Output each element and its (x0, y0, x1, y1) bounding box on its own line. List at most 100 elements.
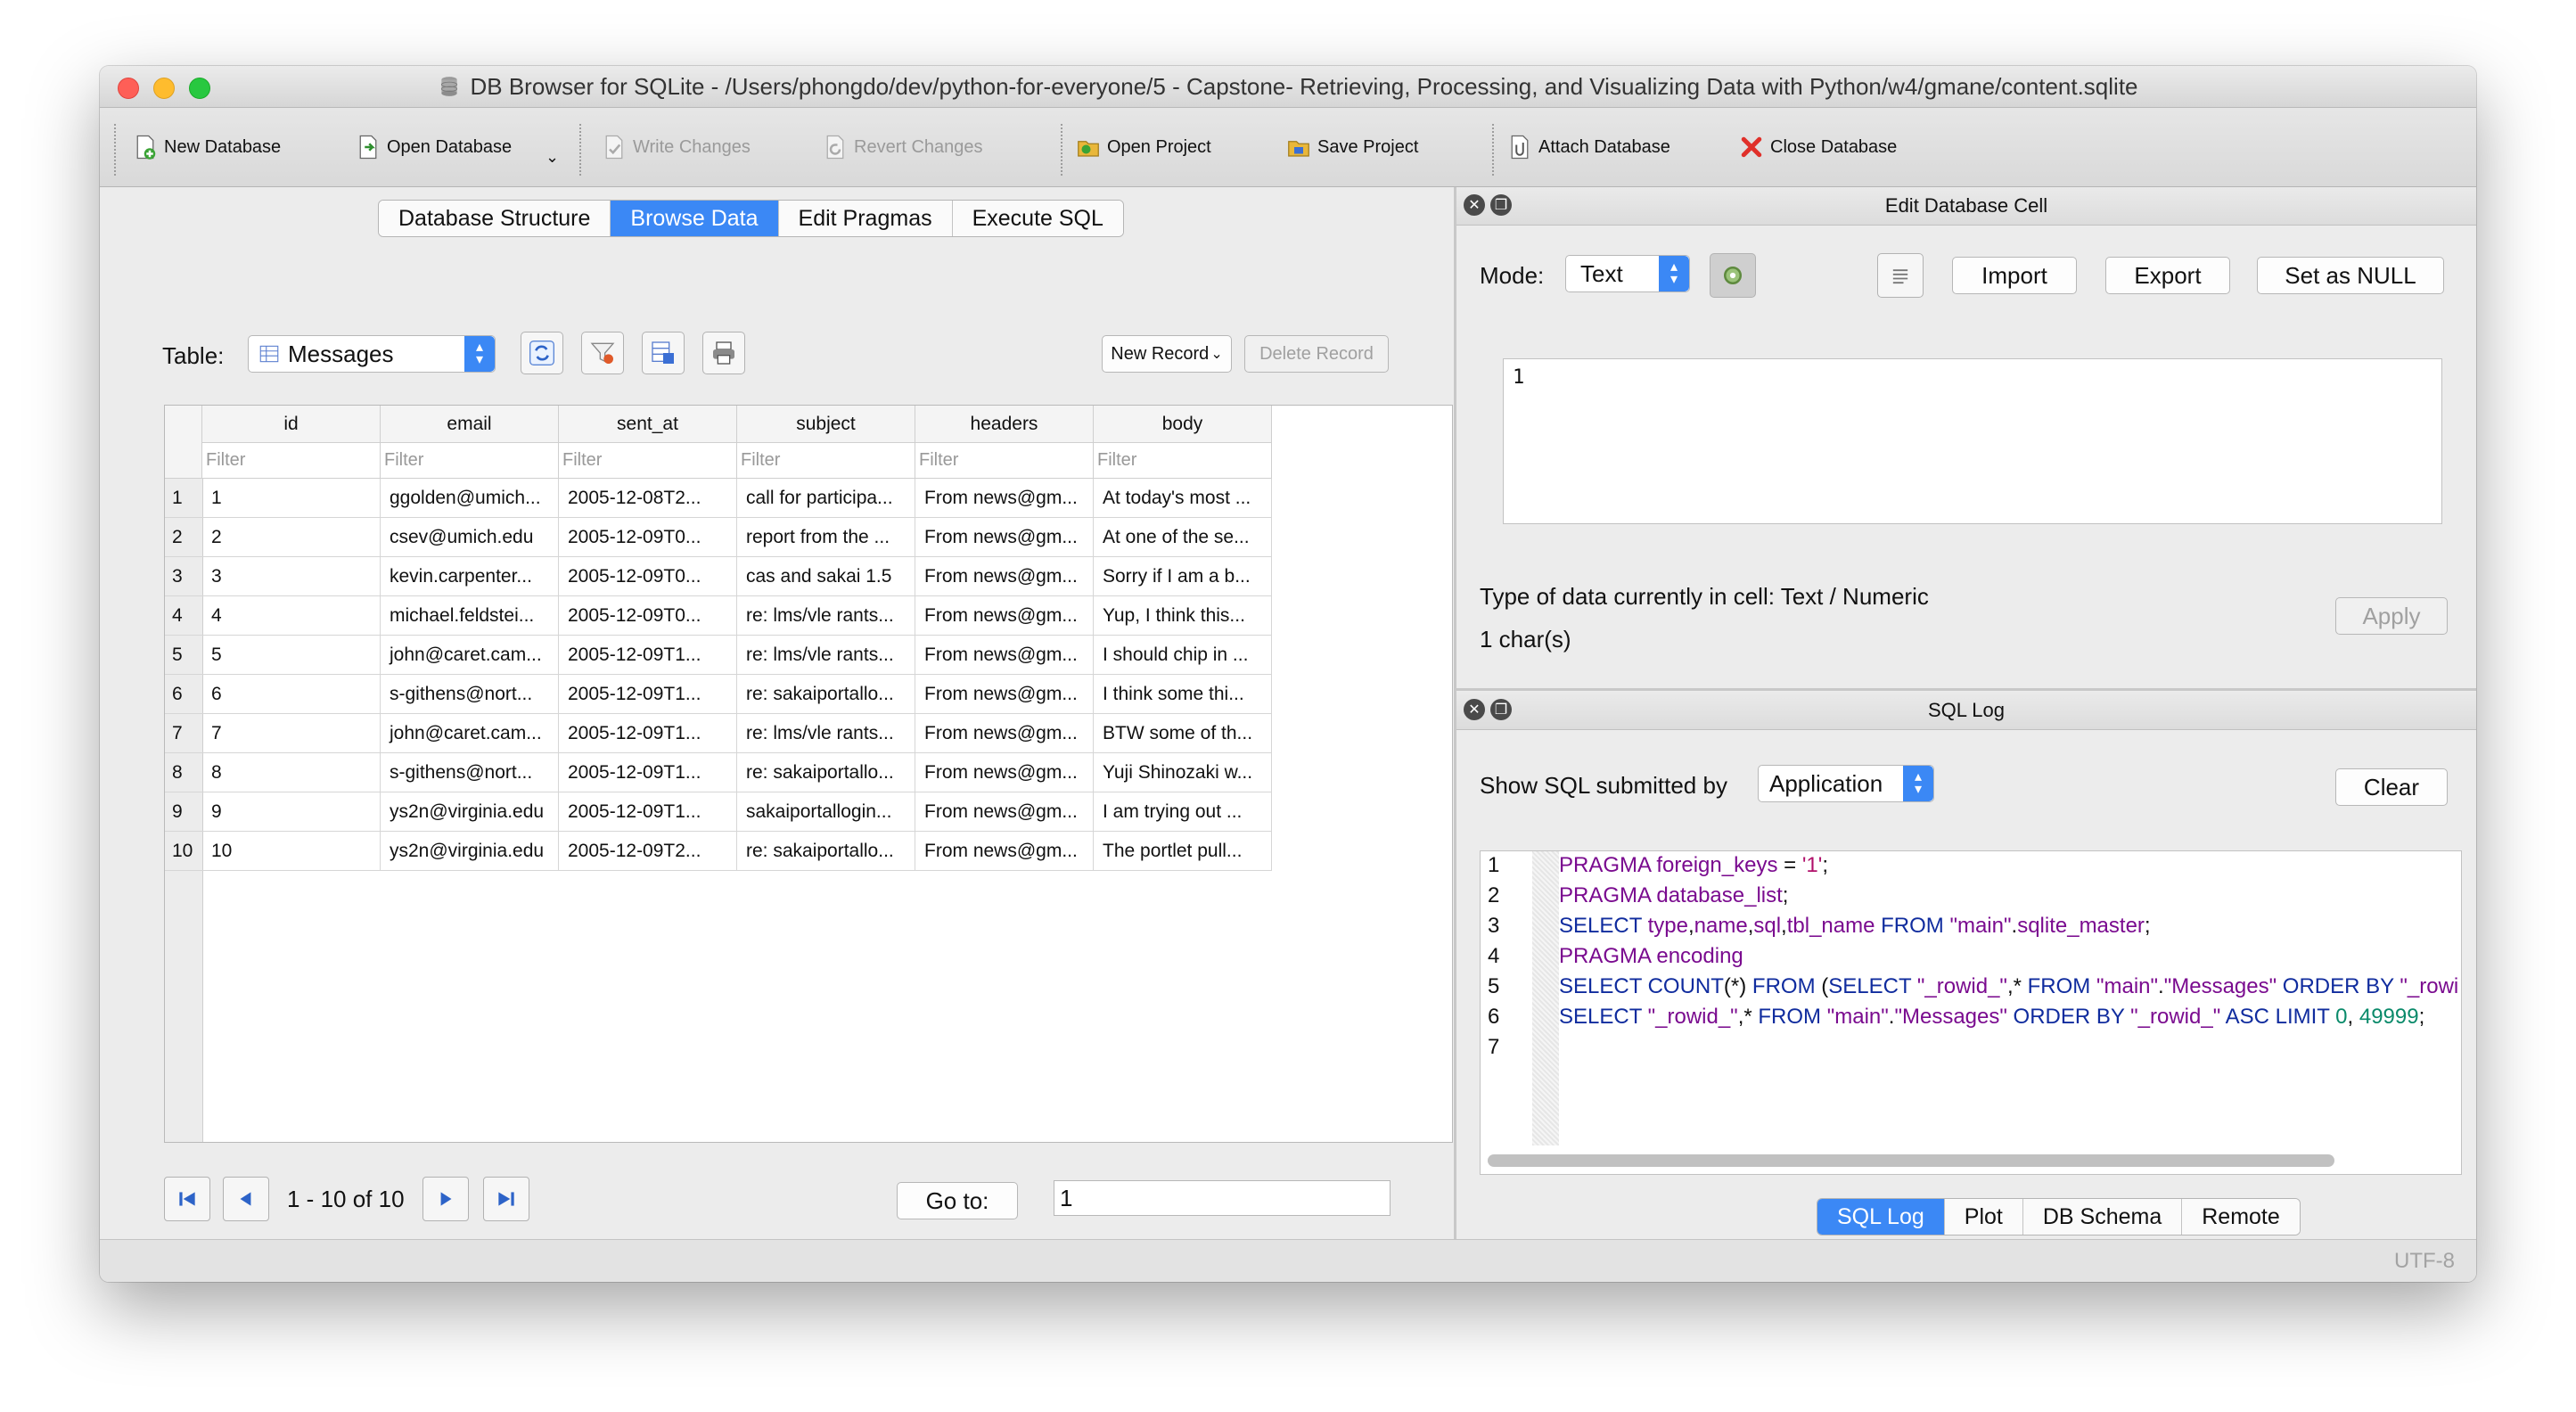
table-cell[interactable]: From news@gm... (915, 675, 1094, 714)
table-cell[interactable]: re: sakaiportallo... (737, 832, 915, 871)
data-grid[interactable]: id Filter email Filter sent_at Filter subject F… (164, 405, 1453, 1143)
table-cell[interactable]: From news@gm... (915, 479, 1094, 518)
next-page-button[interactable] (422, 1177, 469, 1221)
table-cell[interactable]: john@caret.cam... (381, 636, 559, 675)
previous-page-button[interactable] (223, 1177, 269, 1221)
print-button[interactable] (702, 332, 745, 374)
table-cell[interactable]: call for participa... (737, 479, 915, 518)
tab-database-structure[interactable]: Database Structure (379, 201, 611, 236)
table-cell[interactable]: 2005-12-08T2... (559, 479, 737, 518)
table-cell[interactable]: michael.feldstei... (381, 596, 559, 636)
row-number[interactable]: 2 (165, 518, 202, 557)
table-cell[interactable]: From news@gm... (915, 753, 1094, 792)
column-header-id[interactable]: id (202, 406, 381, 443)
table-cell[interactable]: 2005-12-09T1... (559, 753, 737, 792)
column-header-headers[interactable]: headers (915, 406, 1094, 443)
tab-browse-data[interactable]: Browse Data (611, 201, 779, 236)
grid-corner[interactable] (165, 406, 202, 479)
table-cell[interactable]: 2005-12-09T0... (559, 596, 737, 636)
minimize-window-button[interactable] (153, 78, 175, 99)
table-cell[interactable]: ys2n@virginia.edu (381, 792, 559, 832)
table-cell[interactable]: 2005-12-09T1... (559, 792, 737, 832)
table-cell[interactable]: 2 (202, 518, 381, 557)
row-number[interactable]: 7 (165, 714, 202, 753)
new-database-button[interactable]: New Database (132, 108, 281, 186)
column-header-sent-at[interactable]: sent_at (559, 406, 737, 443)
tab-edit-pragmas[interactable]: Edit Pragmas (778, 201, 953, 236)
filter-input-subject[interactable]: Filter (737, 443, 915, 479)
tab-plot[interactable]: Plot (1944, 1199, 2023, 1235)
table-cell[interactable]: 2005-12-09T0... (559, 557, 737, 596)
table-cell[interactable]: From news@gm... (915, 596, 1094, 636)
table-cell[interactable]: kevin.carpenter... (381, 557, 559, 596)
word-wrap-button[interactable] (1877, 253, 1924, 298)
column-header-subject[interactable]: subject (737, 406, 915, 443)
table-cell[interactable]: I think some thi... (1094, 675, 1272, 714)
row-number[interactable]: 9 (165, 792, 202, 832)
table-cell[interactable]: re: lms/vle rants... (737, 596, 915, 636)
table-cell[interactable]: csev@umich.edu (381, 518, 559, 557)
write-changes-button[interactable]: Write Changes (601, 108, 751, 186)
table-cell[interactable]: s-githens@nort... (381, 753, 559, 792)
export-button[interactable]: Export (2105, 257, 2230, 294)
table-cell[interactable]: 7 (202, 714, 381, 753)
column-header-email[interactable]: email (381, 406, 559, 443)
table-cell[interactable]: 2005-12-09T1... (559, 636, 737, 675)
table-cell[interactable]: From news@gm... (915, 518, 1094, 557)
table-cell[interactable]: Sorry if I am a b... (1094, 557, 1272, 596)
cell-editor[interactable]: 1 (1503, 358, 2442, 524)
filter-input-email[interactable]: Filter (381, 443, 559, 479)
table-cell[interactable]: 1 (202, 479, 381, 518)
table-cell[interactable]: 2005-12-09T0... (559, 518, 737, 557)
column-header-body[interactable]: body (1094, 406, 1272, 443)
table-cell[interactable]: ggolden@umich... (381, 479, 559, 518)
table-cell[interactable]: 2005-12-09T2... (559, 832, 737, 871)
filter-input-sent-at[interactable]: Filter (559, 443, 737, 479)
delete-record-button[interactable]: Delete Record (1244, 335, 1389, 373)
first-page-button[interactable] (164, 1177, 210, 1221)
horizontal-scrollbar[interactable] (1488, 1154, 2334, 1167)
table-cell[interactable]: cas and sakai 1.5 (737, 557, 915, 596)
goto-button[interactable]: Go to: (897, 1182, 1018, 1219)
goto-input[interactable]: 1 (1054, 1180, 1391, 1216)
open-database-dropdown[interactable]: ⌄ (546, 126, 559, 188)
table-cell[interactable]: Yuji Shinozaki w... (1094, 753, 1272, 792)
table-cell[interactable]: From news@gm... (915, 832, 1094, 871)
table-cell[interactable]: 8 (202, 753, 381, 792)
open-database-button[interactable]: Open Database (355, 108, 512, 186)
submitter-select[interactable]: Application ▴ ▾ (1758, 765, 1934, 802)
row-number[interactable]: 6 (165, 675, 202, 714)
last-page-button[interactable] (483, 1177, 529, 1221)
table-cell[interactable]: From news@gm... (915, 714, 1094, 753)
apply-button[interactable]: Apply (2335, 597, 2448, 635)
tab-sql-log[interactable]: SQL Log (1817, 1199, 1945, 1235)
float-icon[interactable]: ❐ (1490, 699, 1512, 720)
table-cell[interactable]: s-githens@nort... (381, 675, 559, 714)
table-cell[interactable]: From news@gm... (915, 557, 1094, 596)
table-cell[interactable]: The portlet pull... (1094, 832, 1272, 871)
filter-input-body[interactable]: Filter (1094, 443, 1272, 479)
filter-input-headers[interactable]: Filter (915, 443, 1094, 479)
table-cell[interactable]: ys2n@virginia.edu (381, 832, 559, 871)
row-number[interactable]: 1 (165, 479, 202, 518)
table-cell[interactable]: 3 (202, 557, 381, 596)
close-icon[interactable]: ✕ (1464, 699, 1485, 720)
table-cell[interactable]: Yup, I think this... (1094, 596, 1272, 636)
table-cell[interactable]: BTW some of th... (1094, 714, 1272, 753)
table-cell[interactable]: 2005-12-09T1... (559, 714, 737, 753)
clear-log-button[interactable]: Clear (2335, 768, 2448, 806)
table-cell[interactable]: From news@gm... (915, 636, 1094, 675)
table-select[interactable]: Messages ▴ ▾ (248, 335, 496, 373)
save-project-button[interactable]: Save Project (1285, 108, 1418, 186)
table-cell[interactable]: At one of the se... (1094, 518, 1272, 557)
open-project-button[interactable]: Open Project (1075, 108, 1211, 186)
close-database-button[interactable]: Close Database (1738, 108, 1897, 186)
table-cell[interactable]: report from the ... (737, 518, 915, 557)
table-cell[interactable]: re: lms/vle rants... (737, 714, 915, 753)
table-cell[interactable]: From news@gm... (915, 792, 1094, 832)
maximize-window-button[interactable] (189, 78, 210, 99)
table-cell[interactable]: I should chip in ... (1094, 636, 1272, 675)
table-cell[interactable]: At today's most ... (1094, 479, 1272, 518)
table-cell[interactable]: I am trying out ... (1094, 792, 1272, 832)
import-button[interactable]: Import (1952, 257, 2077, 294)
